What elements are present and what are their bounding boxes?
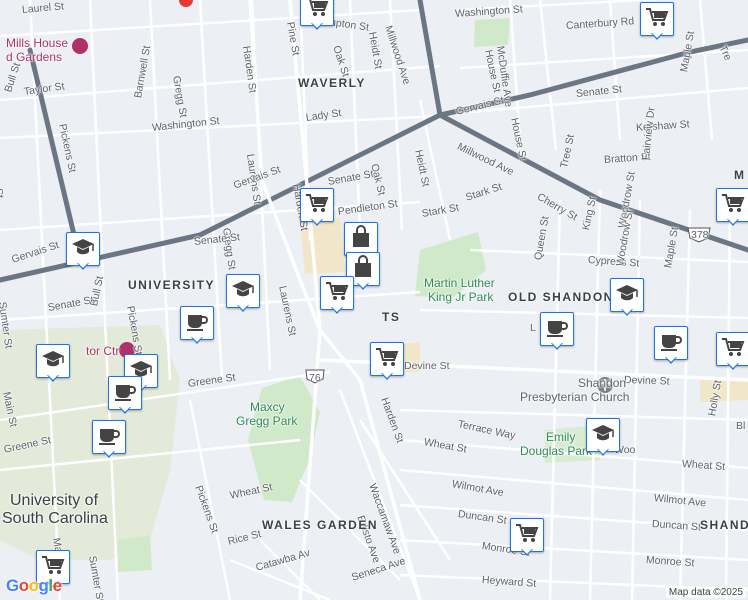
graduation-cap-icon (41, 349, 65, 374)
grocery-marker[interactable] (640, 2, 674, 40)
google-logo: Google (6, 576, 62, 595)
neighborhood-label: UNIVERSITY (128, 278, 216, 292)
shopping-cart-icon (721, 192, 745, 219)
street-label: Devine St (623, 374, 670, 388)
grocery-marker[interactable] (300, 188, 334, 226)
park-label: Gregg Park (236, 414, 298, 428)
street-label: Bl (736, 420, 746, 432)
coffee-cup-icon (545, 316, 569, 343)
shopping-cart-icon (645, 6, 669, 33)
coffee-cup-icon (185, 310, 209, 337)
shopping-cart-icon (515, 522, 539, 549)
coffee-cup-icon (97, 424, 121, 451)
park-label: Maxcy (250, 400, 285, 414)
park-label: Emily (546, 430, 576, 444)
shopping-cart-icon (375, 346, 399, 373)
place-label: d Gardens (6, 50, 63, 64)
shopping-cart-icon (325, 280, 349, 307)
cafe-marker[interactable] (180, 306, 214, 344)
shopping-bag-icon (350, 224, 372, 254)
graduation-cap-icon (615, 283, 639, 308)
graduation-cap-icon (591, 423, 615, 448)
cafe-marker[interactable] (540, 312, 574, 350)
shopping-cart-icon (305, 192, 329, 219)
grocery-marker[interactable] (300, 0, 334, 30)
neighborhood-label: OLD SHANDON (508, 290, 614, 304)
education-marker[interactable] (610, 278, 644, 316)
map-canvas[interactable]: Laurel St Hampton St Pine St Oak St Heidt St… (0, 0, 748, 600)
place-label: M (734, 168, 746, 182)
park-label: Douglas Park (520, 444, 593, 458)
shopping-cart-icon (305, 0, 329, 23)
place-label: Presbyterian Church (520, 390, 630, 404)
route-76-label: 76 (309, 372, 321, 384)
graduation-cap-icon (231, 279, 255, 304)
map-attribution[interactable]: Map data ©2025 (665, 587, 746, 598)
cafe-marker[interactable] (92, 420, 126, 458)
route-378-label: 378 (691, 229, 709, 241)
grocery-marker[interactable] (716, 188, 748, 226)
coffee-cup-icon (659, 330, 683, 357)
neighborhood-label: SHAND (700, 518, 748, 532)
grocery-marker[interactable] (320, 276, 354, 314)
shopping-bag-icon (352, 254, 374, 284)
grocery-marker[interactable] (716, 332, 748, 370)
park-label: Martin Luther (424, 276, 495, 290)
shopping-cart-icon (721, 336, 745, 363)
museum-icon (72, 38, 88, 54)
cafe-marker[interactable] (108, 376, 142, 414)
campus-label: South Carolina (2, 510, 108, 527)
grocery-marker[interactable] (510, 518, 544, 556)
place-label: Mills House (6, 36, 69, 50)
shopping-marker[interactable] (344, 222, 378, 260)
cafe-marker[interactable] (654, 326, 688, 364)
place-label: tor Ctr (86, 344, 120, 358)
park-label: King Jr Park (428, 290, 494, 304)
education-marker[interactable] (586, 418, 620, 456)
education-marker[interactable] (36, 344, 70, 382)
neighborhood-label: WALES GARDEN (262, 518, 379, 532)
graduation-cap-icon (71, 237, 95, 262)
place-marker-icon (179, 0, 193, 7)
street-label: Devine St (404, 360, 450, 372)
education-marker[interactable] (66, 232, 100, 270)
coffee-cup-icon (113, 380, 137, 407)
education-marker[interactable] (226, 274, 260, 312)
grocery-marker[interactable] (370, 342, 404, 380)
neighborhood-label: TS (382, 310, 401, 324)
neighborhood-label: WAVERLY (298, 76, 366, 90)
campus-label: University of (10, 492, 99, 509)
street-label: L (530, 322, 536, 334)
place-label: Shandon (578, 376, 627, 390)
